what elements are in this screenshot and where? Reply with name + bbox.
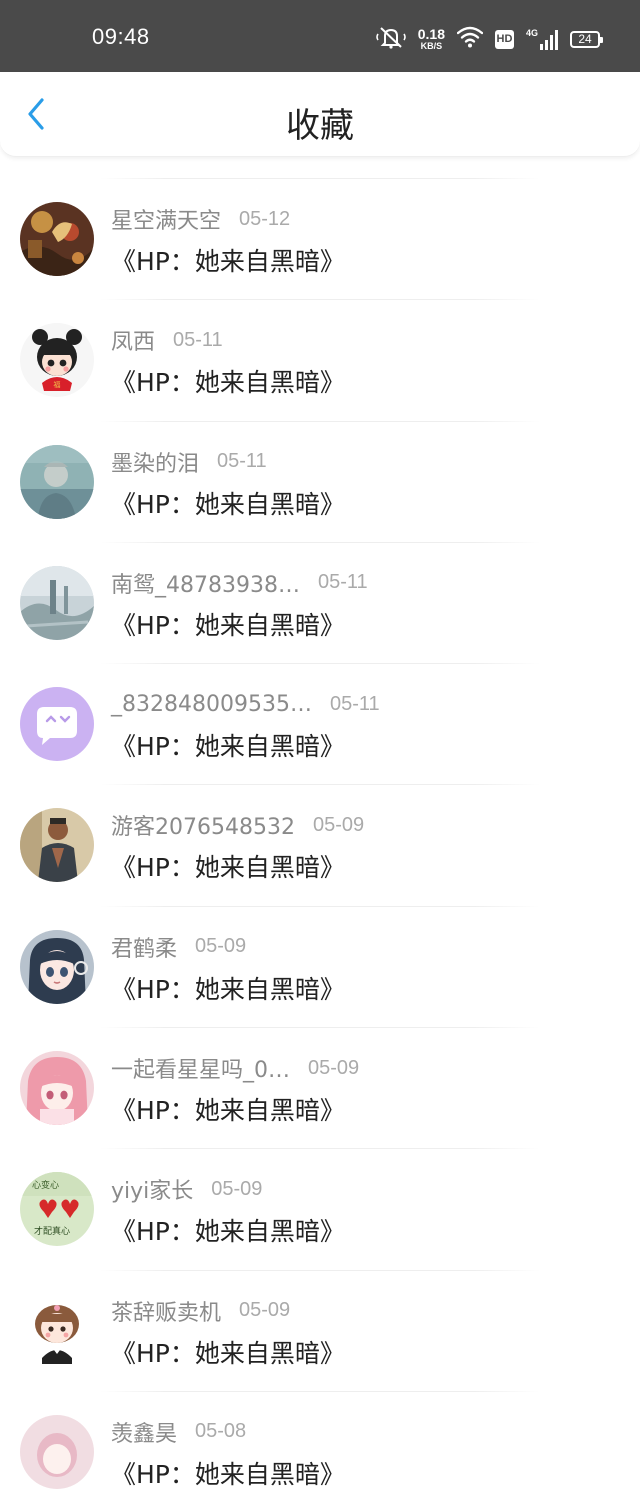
network-speed: 0.18 KB/S [418,27,445,51]
date: 05-08 [195,1420,247,1443]
hearts-avatar[interactable]: 心变心 才配真心 [20,1172,94,1247]
list-item[interactable]: 茶辞贩卖机 05-09 《HP：她来自黑暗》 [0,1269,640,1391]
status-icons: 0.18 KB/S HD 4G 24 [375,24,603,54]
username[interactable]: 星空满天空 [111,203,221,235]
book-title[interactable]: 《HP：她来自黑暗》 [111,1212,345,1248]
list-item[interactable]: 星空满天空 05-12 《HP：她来自黑暗》 [0,178,640,299]
man-photo-avatar[interactable] [20,808,94,883]
book-title[interactable]: 《HP：她来自黑暗》 [111,727,345,763]
item-meta: 茶辞贩卖机 05-09 [111,1296,290,1326]
date: 05-11 [317,571,368,594]
username[interactable]: 墨染的泪 [111,446,199,478]
date: 05-09 [239,1299,291,1322]
book-title[interactable]: 《HP：她来自黑暗》 [111,242,345,278]
username[interactable]: 君鹤柔 [111,931,177,963]
artwork-avatar[interactable] [20,202,94,276]
svg-text:才配真心: 才配真心 [34,1225,70,1237]
item-meta: 南鸳_48783938… 05-11 [111,568,368,598]
date: 05-11 [173,328,223,351]
pink-hair-avatar[interactable] [20,1051,94,1126]
anime-girl-avatar[interactable] [20,929,94,1004]
list-item[interactable]: 羡鑫昊 05-08 《HP：她来自黑暗》 [0,1390,640,1512]
username[interactable]: 茶辞贩卖机 [111,1295,221,1327]
partial-avatar[interactable] [20,1414,94,1489]
date: 05-12 [239,207,291,230]
list-item[interactable]: _832848009535… 05-11 《HP：她来自黑暗》 [0,663,640,784]
hd-icon: HD [495,29,514,49]
username[interactable]: yiyi家长 [111,1173,193,1205]
date: 05-11 [329,692,380,715]
username[interactable]: _832848009535… [111,692,312,717]
favorites-list: 星空满天空 05-12 《HP：她来自黑暗》 福 凤西 05-11 《HP：她来… [0,178,640,1512]
chat-bubble-avatar[interactable] [20,687,94,762]
item-meta: 墨染的泪 05-11 [111,447,267,477]
item-meta: _832848009535… 05-11 [111,689,380,719]
date: 05-09 [308,1056,360,1079]
page-title: 收藏 [286,106,354,146]
list-item[interactable]: 南鸳_48783938… 05-11 《HP：她来自黑暗》 [0,541,640,663]
battery-level: 24 [578,32,592,46]
speed-unit: KB/S [420,41,443,51]
item-meta: 游客2076548532 05-09 [111,809,365,841]
item-meta: 凤西 05-11 [111,324,223,356]
username[interactable]: 一起看星星吗_0… [111,1052,290,1084]
date: 05-09 [312,813,365,836]
chibi-girl-avatar[interactable] [20,1293,94,1368]
date: 05-09 [211,1177,263,1200]
wifi-icon [456,26,484,52]
list-item[interactable]: 一起看星星吗_0… 05-09 《HP：她来自黑暗》 [0,1027,640,1148]
username[interactable]: 羡鑫昊 [111,1416,177,1448]
item-meta: yiyi家长 05-09 [111,1173,263,1205]
list-item[interactable]: 心变心才配真心 yiyi家长 05-09 《HP：她来自黑暗》 [0,1148,640,1269]
svg-text:心变心: 心变心 [32,1179,59,1191]
svg-text:福: 福 [54,380,61,389]
book-title[interactable]: 《HP：她来自黑暗》 [111,1334,345,1370]
item-meta: 星空满天空 05-12 [111,203,291,235]
list-item[interactable]: 墨染的泪 05-11 《HP：她来自黑暗》 [0,420,640,542]
date: 05-09 [195,935,247,958]
signal-icon: 4G [526,28,558,50]
landscape-avatar[interactable] [20,565,94,640]
list-item[interactable]: 游客2076548532 05-09 《HP：她来自黑暗》 [0,784,640,905]
username[interactable]: 南鸳_48783938… [111,567,300,599]
status-time: 09:48 [92,24,150,49]
cartoon-girl-avatar[interactable]: 福 [20,323,94,398]
username[interactable]: 凤西 [111,324,155,356]
network-type: 4G [526,28,539,38]
item-meta: 羡鑫昊 05-08 [111,1417,246,1447]
book-title[interactable]: 《HP：她来自黑暗》 [111,1091,345,1127]
book-title[interactable]: 《HP：她来自黑暗》 [111,363,345,399]
status-bar: 09:48 0.18 KB/S HD 4G 24 [0,0,640,72]
item-meta: 一起看星星吗_0… 05-09 [111,1052,360,1084]
item-meta: 君鹤柔 05-09 [111,932,246,962]
speed-value: 0.18 [417,26,445,42]
list-item[interactable]: 君鹤柔 05-09 《HP：她来自黑暗》 [0,905,640,1027]
book-title[interactable]: 《HP：她来自黑暗》 [111,970,345,1006]
battery-icon: 24 [570,30,603,48]
date: 05-11 [217,450,267,473]
list-item[interactable]: 福 凤西 05-11 《HP：她来自黑暗》 [0,299,640,420]
mute-icon [375,25,406,53]
book-title[interactable]: 《HP：她来自黑暗》 [111,848,345,884]
book-title[interactable]: 《HP：她来自黑暗》 [111,606,345,642]
book-title[interactable]: 《HP：她来自黑暗》 [111,1455,345,1491]
book-title[interactable]: 《HP：她来自黑暗》 [111,485,345,521]
header: 收藏 [0,72,640,157]
photo-avatar[interactable] [20,444,94,519]
username[interactable]: 游客2076548532 [111,809,295,841]
